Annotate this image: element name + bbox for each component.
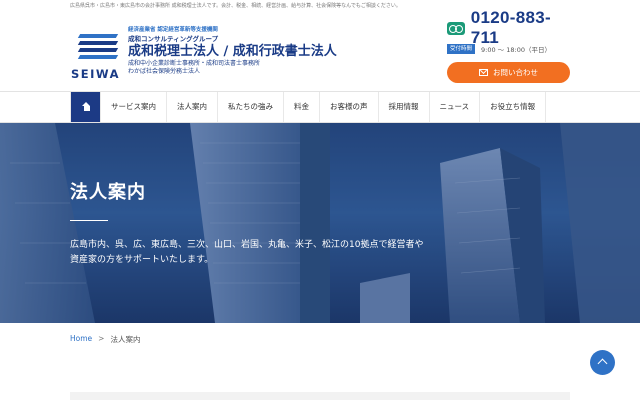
nav-item-news[interactable]: ニュース [430,92,481,122]
logo-stripes-icon [77,34,119,64]
nav-item-pricing[interactable]: 料金 [284,92,320,122]
nav-item-testimonials[interactable]: お客様の声 [320,92,379,122]
scroll-to-top-button[interactable] [590,350,615,375]
page-title: 法人案内 [70,182,146,203]
contact-button[interactable]: お問い合わせ [447,62,570,83]
global-nav: サービス案内 法人案内 私たちの強み 料金 お客様の声 採用情報 ニュース お役… [0,91,640,123]
logo-text: 経済産業省 認定経営革新等支援機関 成和コンサルティンググループ 成和税理士法人… [128,26,337,75]
hours-badge: 受付時間 [447,44,476,54]
logo-sub-offices: 成和中小企業診断士事務所・成和司法書士事務所 [128,60,261,67]
nav-item-company[interactable]: 法人案内 [167,92,218,122]
logo-wordmark: SEIWA [71,67,120,81]
nav-item-resources[interactable]: お役立ち情報 [480,92,547,122]
hero-description: 広島市内、呉、広、東広島、三次、山口、岩国、丸亀、米子、松江の10拠点で経営者や… [70,240,424,265]
contact-button-label: お問い合わせ [493,68,538,77]
nav-home[interactable] [70,92,101,122]
hero-overlay [0,123,640,323]
site-header: SEIWA 経済産業省 認定経営革新等支援機関 成和コンサルティンググループ 成… [0,8,640,92]
phone-row[interactable]: 0120-883-711 [447,8,572,47]
nav-item-strengths[interactable]: 私たちの強み [218,92,284,122]
breadcrumb-current: 法人案内 [110,335,141,344]
breadcrumb-separator: > [98,334,105,343]
content-section [70,392,570,400]
phone-number[interactable]: 0120-883-711 [471,8,572,48]
title-divider [70,220,108,221]
nav-item-recruit[interactable]: 採用情報 [379,92,430,122]
breadcrumb-home-link[interactable]: Home [70,334,92,345]
home-icon [82,102,91,112]
header-contact: 0120-883-711 受付時間 9:00 〜 18:00（平日） お問い合わ… [447,8,572,83]
breadcrumb: Home > 法人案内 [70,334,140,345]
mail-icon [479,69,488,76]
logo-tagline: 経済産業省 認定経営革新等支援機関 [128,27,218,33]
logo-mark: SEIWA [71,34,123,84]
nav-item-services[interactable]: サービス案内 [101,92,167,122]
phone-icon [447,21,465,35]
logo-group: 成和コンサルティンググループ [128,35,219,43]
hero-banner: 法人案内 広島市内、呉、広、東広島、三次、山口、岩国、丸亀、米子、松江の10拠点… [0,123,640,323]
site-logo[interactable]: SEIWA 経済産業省 認定経営革新等支援機関 成和コンサルティンググループ 成… [71,26,361,88]
logo-sub-sr: わかば社会保険労務士法人 [128,67,201,75]
logo-name: 成和税理士法人 / 成和行政書士法人 [128,44,337,59]
hours-text: 9:00 〜 18:00（平日） [481,46,551,54]
